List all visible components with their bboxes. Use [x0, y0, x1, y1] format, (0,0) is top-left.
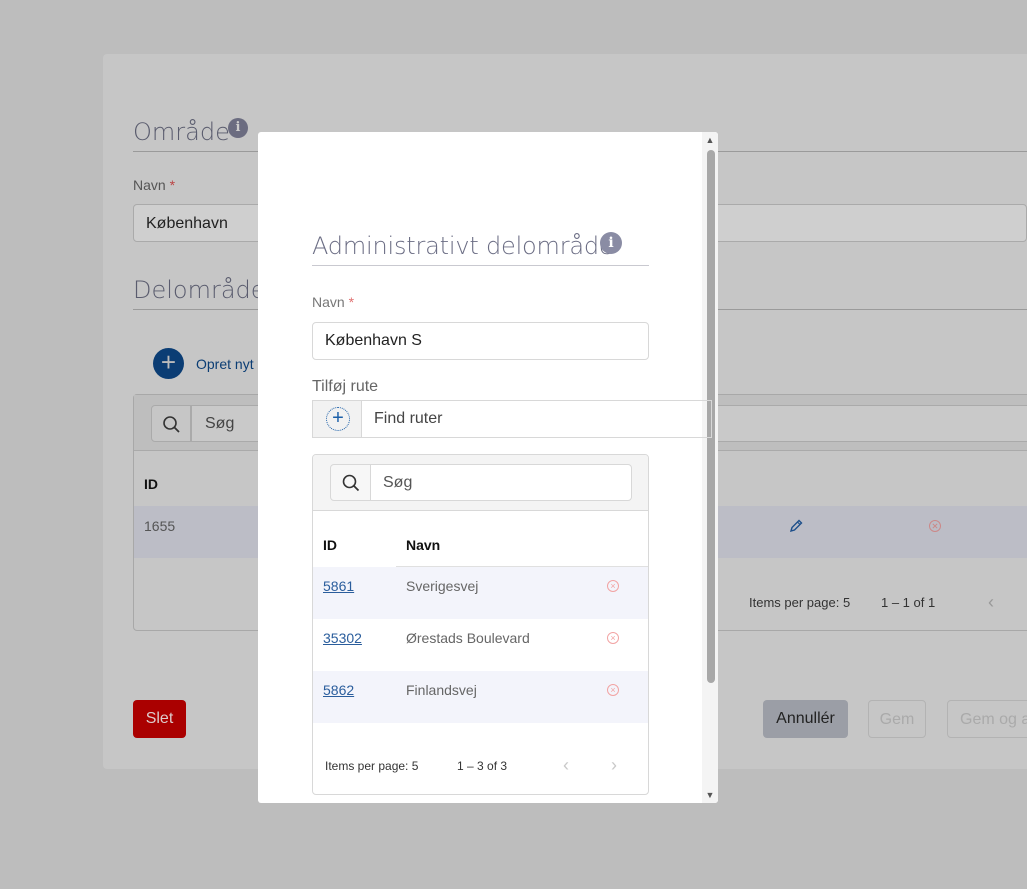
prev-page-icon[interactable]: ‹	[563, 755, 569, 776]
remove-icon[interactable]: ×	[607, 632, 619, 644]
dialog-title: Administrativt delområde	[312, 232, 614, 260]
create-new-link[interactable]: Opret nyt	[196, 356, 254, 372]
find-routes-input[interactable]: Find ruter	[374, 410, 442, 428]
search-icon	[342, 474, 360, 492]
save-button[interactable]: Gem	[868, 700, 926, 738]
area-title: Område	[133, 118, 230, 146]
items-per-page[interactable]: Items per page: 5	[325, 759, 418, 773]
remove-icon[interactable]: ×	[607, 580, 619, 592]
edit-icon[interactable]	[788, 518, 804, 534]
items-per-page: Items per page: 5	[749, 595, 851, 610]
search-button[interactable]	[330, 464, 371, 501]
add-route-button[interactable]: +	[313, 401, 362, 437]
search-icon	[163, 416, 180, 433]
table-row: 35302 Ørestads Boulevard ×	[313, 619, 648, 671]
route-name: Ørestads Boulevard	[406, 630, 530, 646]
subarea-title: Delområde	[133, 276, 266, 304]
route-id-link[interactable]: 5861	[323, 578, 354, 594]
scroll-up-icon[interactable]: ▲	[705, 135, 715, 145]
route-name: Finlandsvej	[406, 682, 477, 698]
divider	[312, 265, 649, 266]
find-routes-field[interactable]: + Find ruter	[312, 400, 712, 438]
pagination-range: 1 – 3 of 3	[457, 759, 508, 773]
name-input[interactable]: København S	[312, 322, 649, 360]
table-row: 5862 Finlandsvej ×	[313, 671, 648, 723]
routes-table: Søg ID Navn 5861 Sverigesvej × 35302 Øre…	[312, 454, 649, 795]
pagination-range: 1 – 1 of 1	[881, 595, 936, 610]
add-icon[interactable]: +	[153, 348, 184, 379]
column-header-id: ID	[144, 476, 158, 492]
scrollbar[interactable]: ▲ ▼	[702, 132, 718, 803]
prev-page-icon[interactable]: ‹	[988, 592, 994, 613]
name-label: Navn *	[312, 294, 355, 310]
search-input[interactable]: Søg	[370, 464, 632, 501]
route-id-link[interactable]: 35302	[323, 630, 362, 646]
column-header-name[interactable]: Navn	[406, 537, 440, 553]
delete-icon[interactable]	[928, 519, 942, 533]
route-id-link[interactable]: 5862	[323, 682, 354, 698]
subarea-dialog: ▲ ▼ Administrativt delområde i Navn * Kø…	[258, 132, 718, 803]
next-page-icon[interactable]: ›	[611, 755, 617, 776]
area-name-label: Navn *	[133, 177, 176, 193]
delete-button[interactable]: Slet	[133, 700, 186, 738]
search-button[interactable]	[151, 405, 191, 442]
table-row: 5861 Sverigesvej ×	[313, 567, 648, 619]
remove-icon[interactable]: ×	[607, 684, 619, 696]
save-and-button[interactable]: Gem og a	[947, 700, 1027, 738]
route-name: Sverigesvej	[406, 578, 479, 594]
add-circle-icon: +	[326, 407, 350, 431]
column-header-id[interactable]: ID	[323, 537, 337, 553]
info-icon[interactable]: i	[600, 232, 622, 254]
row-id: 1655	[144, 518, 176, 534]
info-icon: i	[228, 118, 248, 138]
table-search-bar: Søg	[313, 455, 648, 511]
add-route-label: Tilføj rute	[312, 378, 379, 395]
cancel-button[interactable]: Annullér	[763, 700, 848, 738]
scroll-down-icon[interactable]: ▼	[705, 790, 715, 800]
